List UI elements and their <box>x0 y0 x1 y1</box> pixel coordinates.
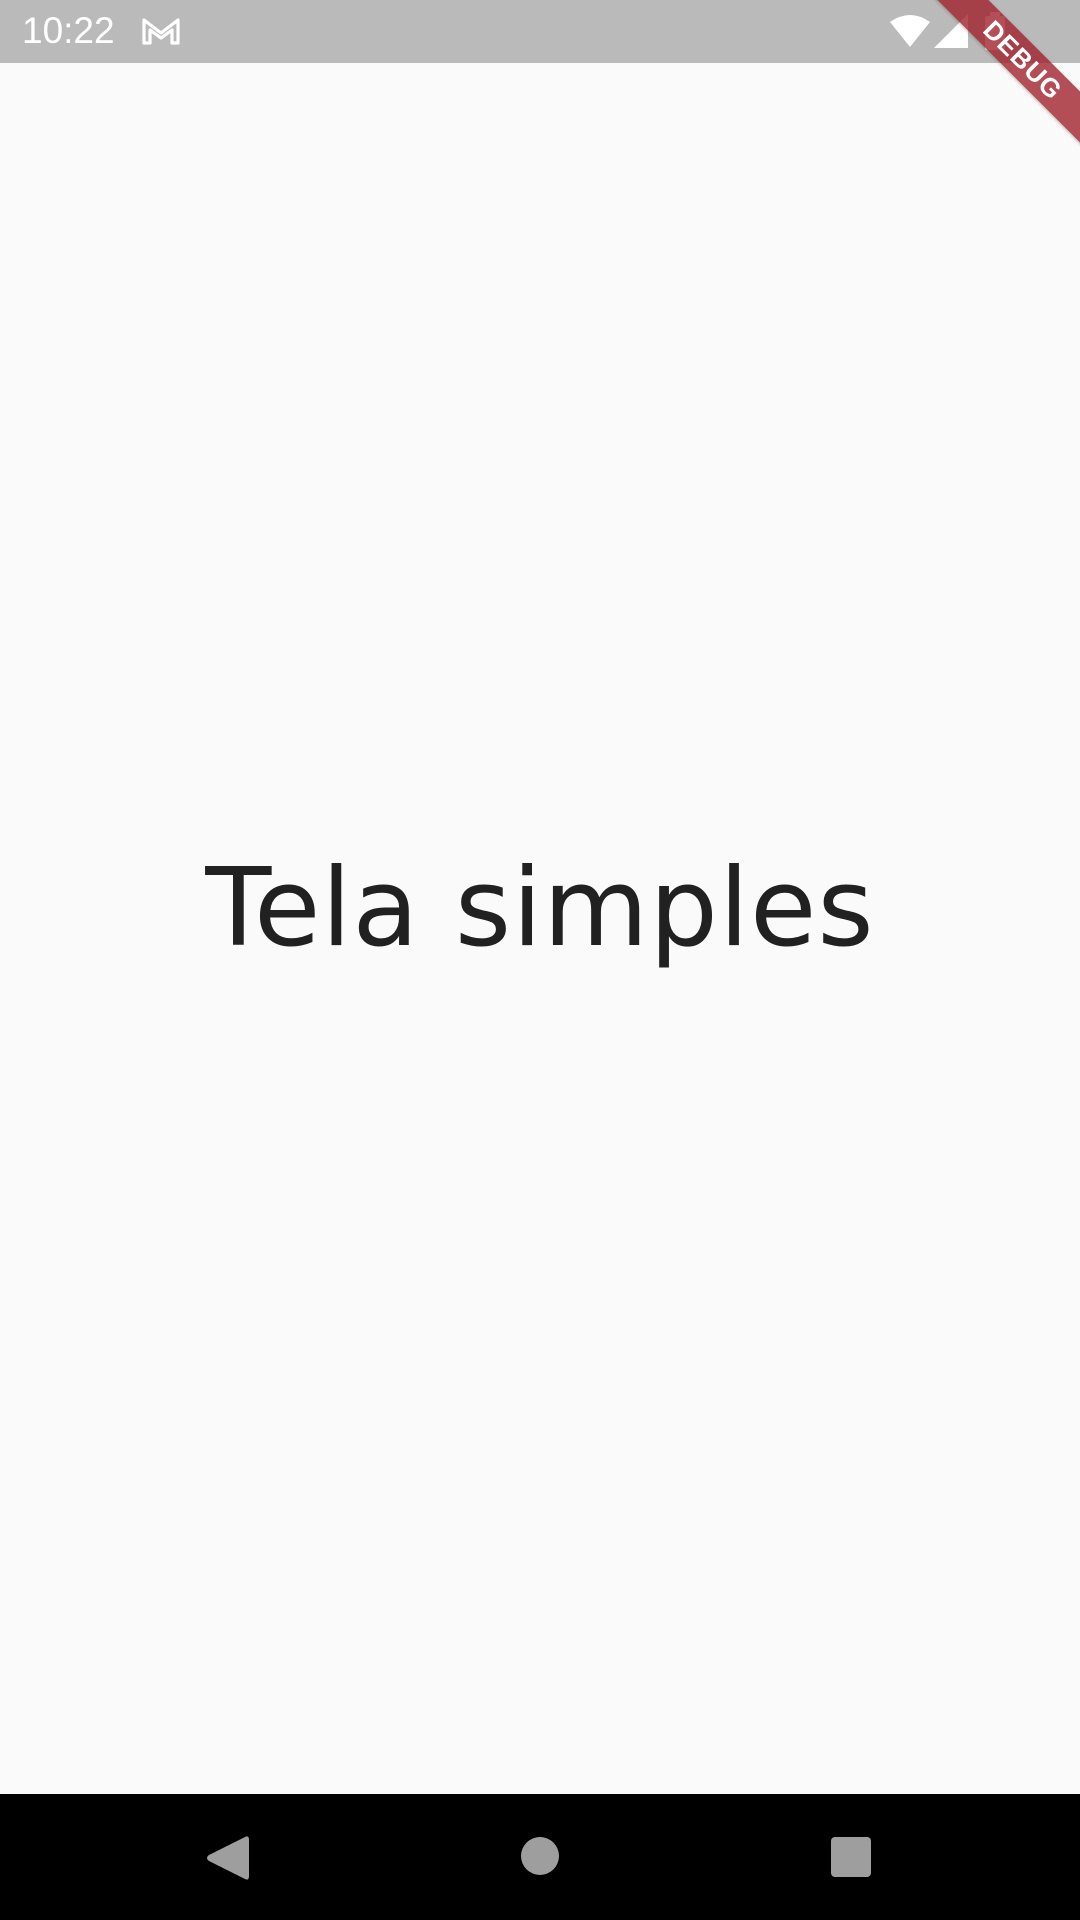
back-button[interactable] <box>205 1834 249 1882</box>
navigation-bar <box>0 1794 1080 1920</box>
status-bar: 10:22 <box>0 0 1080 63</box>
battery-icon <box>985 12 1005 50</box>
wifi-icon <box>890 15 930 47</box>
signal-icon <box>934 14 968 48</box>
page-title: Tela simples <box>205 846 875 971</box>
app-screen: 10:22 DEBUG Tela simples <box>0 0 1080 1920</box>
home-button[interactable] <box>520 1836 560 1876</box>
status-time: 10:22 <box>22 10 115 51</box>
recents-button[interactable] <box>830 1836 872 1878</box>
gmail-icon <box>142 18 180 45</box>
main-content: Tela simples <box>0 63 1080 1794</box>
